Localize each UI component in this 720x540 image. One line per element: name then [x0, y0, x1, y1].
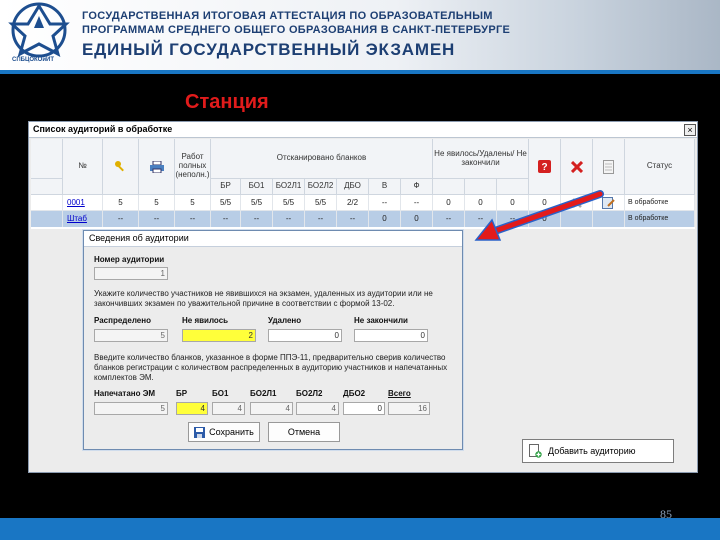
header-blank-sub: [31, 179, 63, 195]
cell-f: --: [401, 195, 433, 211]
bo1-label: БО1: [212, 389, 229, 398]
cell-dbo: --: [337, 211, 369, 227]
header-work[interactable]: Работ полных (неполн.): [175, 139, 211, 195]
unfinished-field[interactable]: 0: [354, 329, 428, 342]
header-divider: [0, 70, 720, 74]
add-room-button[interactable]: Добавить аудиторию: [522, 439, 674, 463]
header-num[interactable]: №: [63, 139, 103, 195]
room-link[interactable]: Штаб: [63, 211, 103, 227]
absent-field[interactable]: 2: [182, 329, 256, 342]
header-blank: [31, 139, 63, 179]
header-bo2l1[interactable]: БО2Л1: [273, 179, 305, 195]
br-label: БР: [176, 389, 188, 398]
header-dbo[interactable]: ДБО: [337, 179, 369, 195]
cell-f: 0: [401, 211, 433, 227]
distributed-label: Распределено: [94, 316, 151, 325]
header-bo1[interactable]: БО1: [241, 179, 273, 195]
row-handle: [31, 211, 63, 227]
cell-print: --: [139, 211, 175, 227]
error-icon[interactable]: ?: [529, 139, 561, 195]
station-title: Станция: [185, 91, 269, 113]
cell-dbo: 2/2: [337, 195, 369, 211]
bo2l1-field[interactable]: 4: [250, 402, 293, 415]
svg-text:?: ?: [541, 162, 547, 173]
header-v[interactable]: В: [369, 179, 401, 195]
blanks-instruction: Введите количество бланков, указанное в …: [94, 353, 448, 382]
cell-v: --: [369, 195, 401, 211]
pointer-arrow-icon: [474, 190, 604, 241]
delete-icon[interactable]: [561, 139, 593, 195]
cell-bo2l1: --: [273, 211, 305, 227]
unfinished-label: Не закончили: [354, 316, 408, 325]
header-status[interactable]: Статус: [625, 139, 695, 195]
printed-label: Напечатано ЭМ: [94, 389, 156, 398]
bo2l2-label: БО2Л2: [296, 389, 323, 398]
cell-bo2l2: 5/5: [305, 195, 337, 211]
total-field[interactable]: 16: [388, 402, 430, 415]
cell-absent-1: 0: [433, 195, 465, 211]
bo2l2-field[interactable]: 4: [296, 402, 339, 415]
logo-caption: СПБЦОКОиИТ: [12, 57, 55, 63]
bo2l1-label: БО2Л1: [250, 389, 277, 398]
document-icon[interactable]: [593, 139, 625, 195]
br-field[interactable]: 4: [176, 402, 208, 415]
banner-title: ЕДИНЫЙ ГОСУДАРСТВЕННЫЙ ЭКЗАМЕН: [82, 40, 456, 59]
add-room-label: Добавить аудиторию: [548, 446, 636, 456]
absent-label: Не явилось: [182, 316, 229, 325]
floppy-icon: [194, 426, 206, 438]
room-number-field[interactable]: 1: [94, 267, 168, 280]
cell-bo2l2: --: [305, 211, 337, 227]
save-label: Сохранить: [209, 427, 254, 437]
header-absent-1: [433, 179, 465, 195]
row-handle: [31, 195, 63, 211]
cancel-label: Отмена: [287, 427, 321, 437]
cell-print: 5: [139, 195, 175, 211]
header-bo2l2[interactable]: БО2Л2: [305, 179, 337, 195]
removed-label: Удалено: [268, 316, 302, 325]
printed-field[interactable]: 5: [94, 402, 168, 415]
key-icon[interactable]: [103, 139, 139, 195]
header-f[interactable]: Ф: [401, 179, 433, 195]
status-cell: В обработке: [625, 195, 695, 211]
cell-bo2l1: 5/5: [273, 195, 305, 211]
printer-icon[interactable]: [139, 139, 175, 195]
cell-bo1: 5/5: [241, 195, 273, 211]
dbo2-label: ДБО2: [343, 389, 366, 398]
dbo2-field[interactable]: 0: [343, 402, 385, 415]
window-title: Список аудиторий в обработке: [29, 122, 697, 138]
cell-work: 5: [175, 195, 211, 211]
distributed-field[interactable]: 5: [94, 329, 168, 342]
room-link[interactable]: 0001: [63, 195, 103, 211]
absent-instruction: Укажите количество участников не явивших…: [94, 289, 433, 308]
save-button[interactable]: Сохранить: [188, 422, 260, 442]
bo1-field[interactable]: 4: [212, 402, 245, 415]
cell-br: 5/5: [211, 195, 241, 211]
close-icon[interactable]: ×: [684, 124, 696, 136]
total-label: Всего: [388, 389, 411, 398]
banner-line-2: ПРОГРАММАМ СРЕДНЕГО ОБЩЕГО ОБРАЗОВАНИЯ В…: [82, 24, 511, 36]
header-scanned[interactable]: Отсканировано бланков: [211, 139, 433, 179]
add-document-icon: [529, 444, 542, 458]
header-banner: СПБЦОКОиИТ ГОСУДАРСТВЕННАЯ ИТОГОВАЯ АТТЕ…: [0, 0, 720, 70]
banner-line-1: ГОСУДАРСТВЕННАЯ ИТОГОВАЯ АТТЕСТАЦИЯ ПО О…: [82, 10, 493, 22]
cell-bo1: --: [241, 211, 273, 227]
room-number-label: Номер аудитории: [94, 255, 165, 264]
cell-br: --: [211, 211, 241, 227]
dialog-title: Сведения об аудитории: [84, 231, 462, 247]
cell-key: --: [103, 211, 139, 227]
page-number: 85: [660, 507, 672, 521]
cell-key: 5: [103, 195, 139, 211]
cell-work: --: [175, 211, 211, 227]
cell-absent-1: --: [433, 211, 465, 227]
removed-field[interactable]: 0: [268, 329, 342, 342]
header-br[interactable]: БР: [211, 179, 241, 195]
cell-v: 0: [369, 211, 401, 227]
header-absent[interactable]: Не явилось/Удалены/ Не закончили: [433, 139, 529, 179]
footer-bar: [0, 518, 720, 540]
status-cell: В обработке: [625, 211, 695, 227]
room-info-dialog: Сведения об аудитории Номер аудитории 1 …: [83, 230, 463, 450]
cancel-button[interactable]: Отмена: [268, 422, 340, 442]
